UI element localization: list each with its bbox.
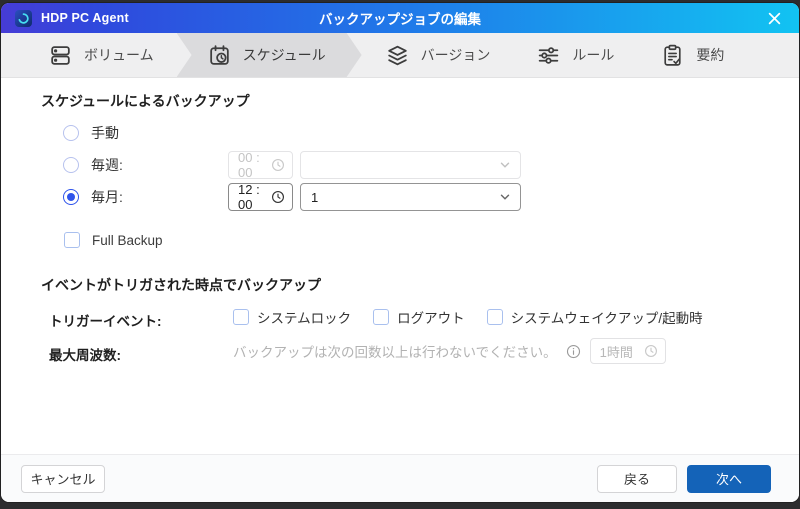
monthly-day-value: 1 (311, 190, 318, 205)
info-icon[interactable] (566, 344, 581, 359)
max-frequency-hint: バックアップは次の回数以上は行わないでください。 (233, 341, 557, 361)
next-button[interactable]: 次へ (687, 465, 771, 493)
manual-option-row: 手動 (63, 123, 119, 143)
logout-label: ログアウト (397, 307, 465, 327)
step-label: ボリューム (84, 45, 154, 65)
trigger-wakeup: システムウェイクアップ/起動時 (487, 307, 703, 327)
weekly-option-row: 毎週: (63, 155, 123, 175)
weekly-radio[interactable] (63, 157, 79, 173)
dialog-title: バックアップジョブの編集 (319, 8, 481, 28)
step-label: バージョン (421, 45, 491, 65)
trigger-logout: ログアウト (373, 307, 465, 327)
step-version[interactable]: バージョン (362, 33, 514, 77)
back-button[interactable]: 戻る (597, 465, 677, 493)
trigger-events-label: トリガーイベント: (49, 310, 162, 330)
full-backup-label: Full Backup (92, 233, 163, 248)
wizard-steps: ボリューム スケジュール バ (1, 33, 799, 78)
clock-icon (644, 344, 658, 358)
weekly-day-select[interactable] (300, 151, 521, 179)
close-icon[interactable] (763, 7, 785, 29)
monthly-time-input[interactable]: 12 : 00 (228, 183, 293, 211)
logout-checkbox[interactable] (373, 309, 389, 325)
weekly-time-input[interactable]: 00 : 00 (228, 151, 293, 179)
monthly-day-select[interactable]: 1 (300, 183, 521, 211)
max-frequency-value: 1時間 (600, 342, 633, 361)
step-rules[interactable]: ルール (513, 33, 637, 77)
manual-label: 手動 (91, 123, 119, 143)
manual-radio[interactable] (63, 125, 79, 141)
dialog-window: HDP PC Agent バックアップジョブの編集 ボリューム (1, 3, 799, 502)
monthly-time-value: 12 : 00 (238, 182, 271, 212)
system-lock-checkbox[interactable] (233, 309, 249, 325)
monthly-option-row: 毎月: (63, 187, 123, 207)
clock-icon (271, 190, 285, 204)
cancel-button[interactable]: キャンセル (21, 465, 105, 493)
max-frequency-row: バックアップは次の回数以上は行わないでください。 1時間 (233, 338, 666, 364)
wakeup-checkbox[interactable] (487, 309, 503, 325)
trigger-checkbox-group: システムロック ログアウト システムウェイクアップ/起動時 (233, 307, 703, 327)
system-lock-label: システムロック (257, 307, 351, 327)
step-volume[interactable]: ボリューム (25, 33, 177, 77)
chevron-down-icon (499, 191, 511, 203)
step-label: ルール (572, 45, 614, 65)
version-icon (385, 43, 410, 68)
summary-icon (660, 43, 685, 68)
content-area: スケジュールによるバックアップ 手動 毎週: 00 : 00 (1, 78, 799, 454)
chevron-down-icon (499, 159, 511, 171)
full-backup-row: Full Backup (64, 230, 163, 250)
event-section-heading: イベントがトリガされた時点でバックアップ (41, 275, 321, 295)
app-logo-icon (15, 10, 32, 27)
full-backup-checkbox[interactable] (64, 232, 80, 248)
weekly-time-value: 00 : 00 (238, 150, 271, 180)
wakeup-label: システムウェイクアップ/起動時 (511, 307, 703, 327)
app-title: HDP PC Agent (41, 11, 129, 25)
rules-icon (536, 43, 561, 68)
title-bar: HDP PC Agent バックアップジョブの編集 (1, 3, 799, 33)
step-label: スケジュール (243, 45, 326, 65)
monthly-radio[interactable] (63, 189, 79, 205)
volume-icon (48, 43, 73, 68)
schedule-section-heading: スケジュールによるバックアップ (41, 91, 250, 111)
footer-bar: キャンセル 戻る 次へ (1, 454, 799, 502)
monthly-label: 毎月: (91, 187, 123, 207)
step-schedule[interactable]: スケジュール (177, 33, 362, 77)
weekly-label: 毎週: (91, 155, 123, 175)
max-frequency-label: 最大周波数: (49, 344, 121, 364)
clock-icon (271, 158, 285, 172)
step-summary[interactable]: 要約 (637, 33, 747, 77)
schedule-icon (207, 43, 232, 68)
max-frequency-input[interactable]: 1時間 (590, 338, 666, 364)
trigger-system-lock: システムロック (233, 307, 351, 327)
step-label: 要約 (696, 45, 724, 65)
